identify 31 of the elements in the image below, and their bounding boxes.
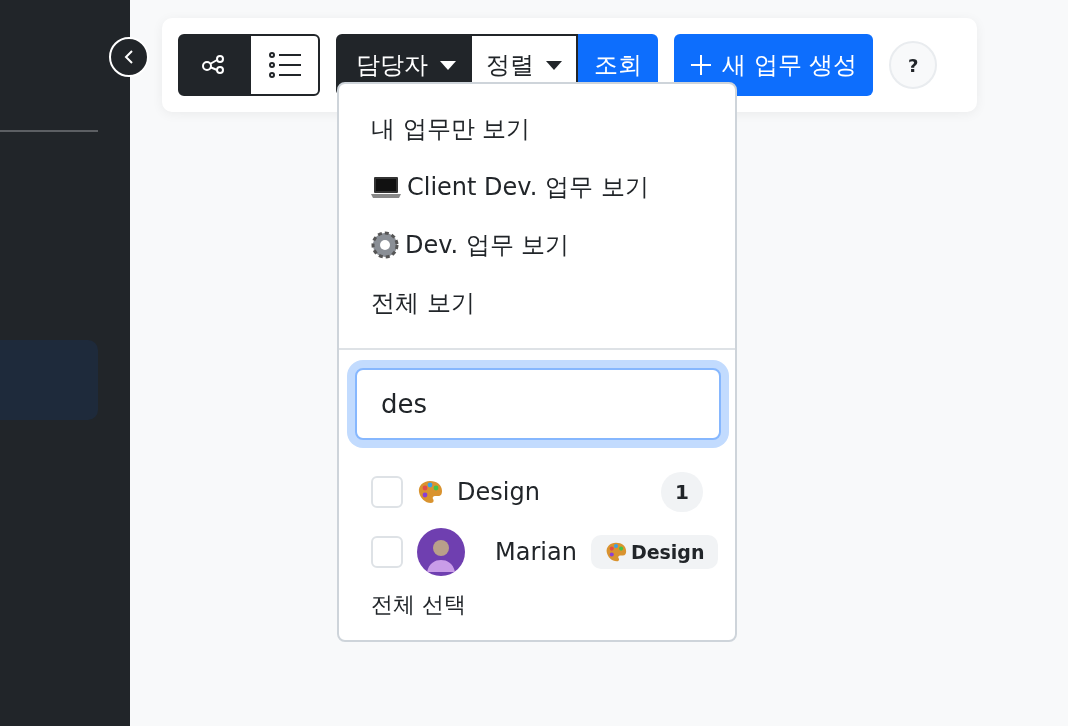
gear-icon bbox=[371, 231, 399, 259]
select-all-link[interactable]: 전체 선택 bbox=[371, 590, 466, 620]
menu-item-label: Dev. 업무 보기 bbox=[405, 230, 570, 261]
palette-icon bbox=[417, 479, 443, 505]
count-badge: 1 bbox=[661, 472, 703, 512]
search-field[interactable]: des bbox=[355, 368, 721, 440]
list-icon bbox=[268, 52, 301, 78]
menu-item-label: Client Dev. 업무 보기 bbox=[407, 172, 649, 203]
menu-item-label: 전체 보기 bbox=[371, 288, 475, 319]
collapse-button[interactable] bbox=[109, 37, 149, 77]
menu-item[interactable]: 전체 보기 bbox=[339, 274, 735, 332]
checkbox[interactable] bbox=[371, 536, 403, 568]
palette-icon bbox=[604, 541, 627, 563]
avatar bbox=[417, 528, 465, 576]
menu-item[interactable]: Dev. 업무 보기 bbox=[339, 216, 735, 274]
caret-icon bbox=[546, 60, 562, 70]
help-button[interactable]: ? bbox=[889, 41, 938, 89]
menu-item[interactable]: Client Dev. 업무 보기 bbox=[339, 158, 735, 216]
caret-icon bbox=[440, 60, 456, 70]
view-toggle-button[interactable] bbox=[249, 34, 320, 96]
menu-item[interactable]: 내 업무만 보기 bbox=[339, 100, 735, 158]
person-name: Marian bbox=[495, 538, 577, 566]
laptop-icon bbox=[371, 174, 401, 200]
team-tag: Design bbox=[590, 535, 719, 569]
checkbox[interactable] bbox=[371, 476, 403, 508]
menu-item-label: 내 업무만 보기 bbox=[371, 114, 531, 145]
view-toggle-button[interactable] bbox=[178, 34, 249, 96]
create-task-button[interactable]: 새 업무 생성 bbox=[674, 34, 874, 96]
team-name: Design bbox=[457, 478, 540, 506]
plus-icon bbox=[690, 54, 712, 76]
chevron-left-icon bbox=[124, 49, 134, 65]
